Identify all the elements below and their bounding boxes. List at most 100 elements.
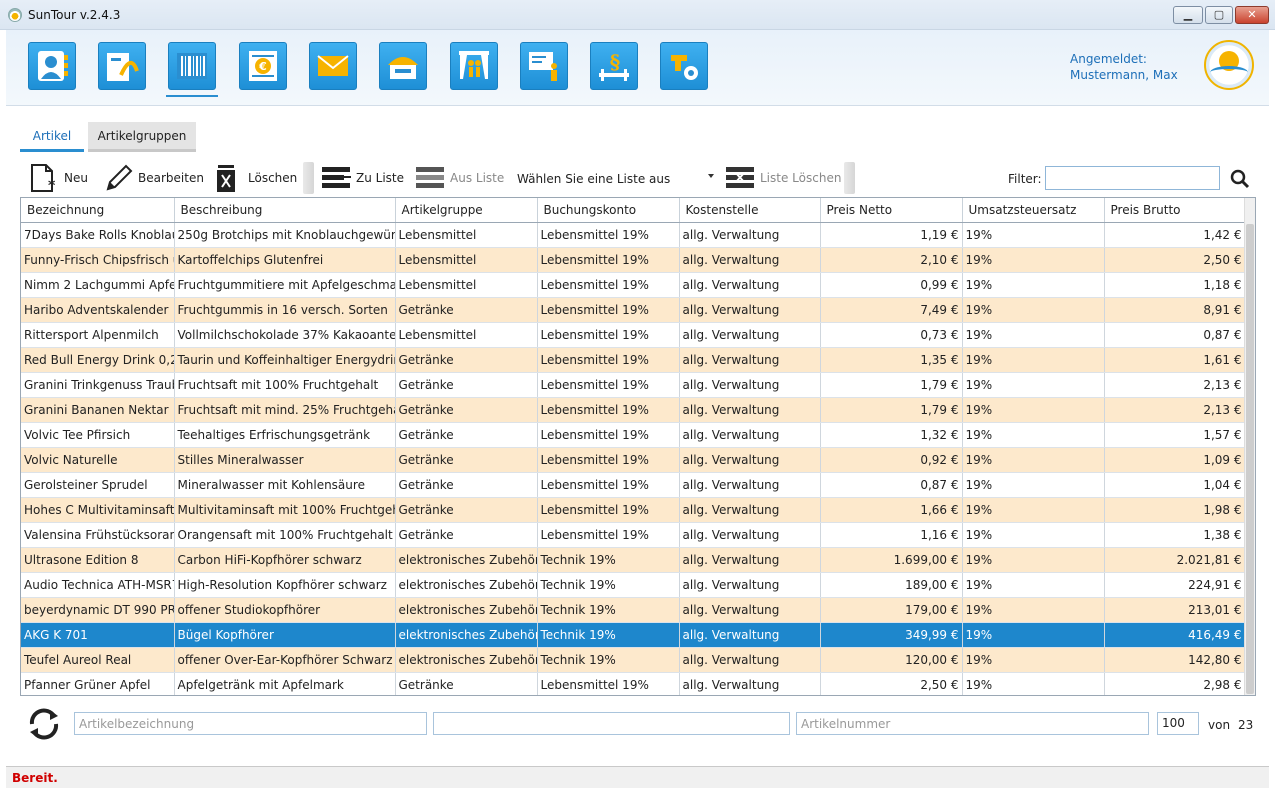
pencil-icon: [106, 164, 133, 191]
table-cell: 7,49 €: [820, 297, 963, 323]
vertical-scrollbar[interactable]: [1244, 198, 1255, 695]
delete-button[interactable]: Löschen: [212, 162, 297, 194]
table-cell: 2,50 €: [820, 672, 963, 695]
tab-artikelgruppen[interactable]: Artikelgruppen: [88, 122, 196, 152]
column-header[interactable]: Buchungskonto: [537, 198, 680, 223]
table-cell: 19%: [962, 272, 1105, 298]
table-cell: High-Resolution Kopfhörer schwarz: [174, 572, 396, 598]
table-cell: 19%: [962, 547, 1105, 573]
table-cell: 19%: [962, 222, 1105, 248]
accommodation-module-button[interactable]: [379, 42, 427, 90]
column-header[interactable]: Preis Netto: [820, 198, 963, 223]
table-cell: allg. Verwaltung: [679, 547, 821, 573]
scrollbar-thumb[interactable]: [1246, 224, 1254, 694]
table-row[interactable]: Teufel Aureol Real offener Over-Ear-Kopfh…: [21, 647, 1246, 673]
minimize-button[interactable]: ▁: [1173, 6, 1203, 24]
finance-module-button[interactable]: €: [239, 42, 287, 90]
mail-module-button[interactable]: [309, 42, 357, 90]
presenter-icon: [529, 52, 557, 81]
table-cell: Hohes C Multivitaminsaft: [21, 497, 175, 523]
title-bar: SunTour v.2.4.3 ▁ ▢ ✕: [0, 0, 1275, 30]
description-search-input[interactable]: [433, 712, 790, 735]
travel-module-button[interactable]: [98, 42, 146, 90]
from-list-button[interactable]: Aus Liste: [414, 162, 504, 194]
new-button[interactable]: * Neu: [28, 162, 88, 194]
table-row[interactable]: Volvic Tee Pfirsich Teehaltiges Erfrischu…: [21, 422, 1246, 448]
settings-module-button[interactable]: [660, 42, 708, 90]
table-row[interactable]: Granini Bananen Nektar Fruchtsaft mit min…: [21, 397, 1246, 423]
column-header[interactable]: Umsatzsteuersatz: [962, 198, 1105, 223]
articles-module-button[interactable]: [166, 42, 218, 97]
table-row[interactable]: Funny-Frisch Chipsfrisch ungarischKartof…: [21, 247, 1246, 273]
article-name-search-input[interactable]: [74, 712, 427, 735]
table-row[interactable]: Gerolsteiner Sprudel Mineralwasser mit Ko…: [21, 472, 1246, 498]
table-row[interactable]: beyerdynamic DT 990 PRO offener Studiokop…: [21, 597, 1246, 623]
table-cell: 120,00 €: [820, 647, 963, 673]
table-cell: Technik 19%: [537, 622, 680, 648]
table-row[interactable]: Valensina FrühstücksorangeOrangensaft mi…: [21, 522, 1246, 548]
column-header[interactable]: Kostenstelle: [679, 198, 821, 223]
maximize-button[interactable]: ▢: [1205, 6, 1233, 24]
module-header: € § Angemeldet: Mustermann, Max: [6, 30, 1269, 106]
table-cell: 0,73 €: [820, 322, 963, 348]
table-row[interactable]: 7Days Bake Rolls Knoblauch250g Brotchips…: [21, 222, 1246, 248]
to-list-button[interactable]: Zu Liste: [320, 162, 404, 194]
barcode-icon: [177, 53, 207, 79]
page-size-input[interactable]: 100: [1157, 712, 1199, 735]
table-cell: 213,01 €: [1104, 597, 1246, 623]
table-row[interactable]: Pfanner Grüner Apfel Apfelgetränk mit Apf…: [21, 672, 1246, 695]
table-header: Bezeichnung Beschreibung Artikelgruppe Buch…: [21, 198, 1246, 223]
table-cell: allg. Verwaltung: [679, 497, 821, 523]
table-row[interactable]: Ultrasone Edition 8 Carbon HiFi-Kopfhörer…: [21, 547, 1246, 573]
table-cell: Mineralwasser mit Kohlensäure: [174, 472, 396, 498]
column-header[interactable]: Bezeichnung: [21, 198, 175, 223]
table-row[interactable]: Haribo Adventskalender Fruchtgummis in 16…: [21, 297, 1246, 323]
table-cell: Stilles Mineralwasser: [174, 447, 396, 473]
events-module-button[interactable]: [450, 42, 498, 90]
table-row[interactable]: Red Bull Energy Drink 0,25l Taurin und Ko…: [21, 347, 1246, 373]
search-icon[interactable]: [1230, 169, 1250, 189]
table-cell: Multivitaminsaft mit 100% Fruchtgehalt: [174, 497, 396, 523]
table-cell: 1,38 €: [1104, 522, 1246, 548]
column-header[interactable]: Artikelgruppe: [395, 198, 538, 223]
envelope-icon: [317, 55, 349, 76]
table-cell: Carbon HiFi-Kopfhörer schwarz: [174, 547, 396, 573]
legal-module-button[interactable]: §: [590, 42, 638, 90]
table-row[interactable]: Nimm 2 Lachgummi ApfelringeFruchtgummiti…: [21, 272, 1246, 298]
tab-artikel[interactable]: Artikel: [20, 122, 84, 152]
from-list-label: Aus Liste: [450, 171, 505, 185]
table-cell: 19%: [962, 347, 1105, 373]
filter-input[interactable]: [1045, 166, 1220, 190]
list-select-dropdown[interactable]: Wählen Sie eine Liste aus: [512, 170, 718, 188]
table-cell: Lebensmittel 19%: [537, 447, 680, 473]
table-row[interactable]: Hohes C Multivitaminsaft Multivitaminsaft…: [21, 497, 1246, 523]
table-cell: Getränke: [395, 672, 538, 695]
paragraph-icon: §: [599, 50, 629, 81]
trash-icon: [217, 165, 235, 192]
table-row[interactable]: AKG K 701 Bügel Kopfhörer elektronisches Z…: [21, 622, 1246, 648]
table-cell: Getränke: [395, 522, 538, 548]
edit-button[interactable]: Bearbeiten: [102, 162, 204, 194]
table-row[interactable]: Audio Technica ATH-MSR7BKHigh-Resolution…: [21, 572, 1246, 598]
refresh-icon[interactable]: [24, 704, 64, 744]
presentation-module-button[interactable]: [520, 42, 568, 90]
article-number-search-input[interactable]: [796, 712, 1149, 735]
delete-list-button[interactable]: Liste Löschen: [724, 162, 841, 194]
table-cell: 2.021,81 €: [1104, 547, 1246, 573]
document-icon: [107, 53, 139, 81]
table-cell: 1.699,00 €: [820, 547, 963, 573]
close-button[interactable]: ✕: [1235, 6, 1269, 24]
table-row[interactable]: Rittersport Alpenmilch Vollmilchschokolad…: [21, 322, 1246, 348]
table-cell: Technik 19%: [537, 597, 680, 623]
contacts-module-button[interactable]: [28, 42, 76, 90]
svg-text:€: €: [258, 60, 267, 73]
table-cell: Lebensmittel 19%: [537, 297, 680, 323]
column-header[interactable]: Preis Brutto: [1104, 198, 1246, 223]
table-row[interactable]: Volvic Naturelle Stilles Mineralwasser Get…: [21, 447, 1246, 473]
table-cell: Fruchtgummis in 16 versch. Sorten: [174, 297, 396, 323]
user-avatar[interactable]: [1204, 40, 1254, 90]
table-row[interactable]: Granini Trinkgenuss Traube Fruchtsaft mit…: [21, 372, 1246, 398]
table-cell: 8,91 €: [1104, 297, 1246, 323]
column-header[interactable]: Beschreibung: [174, 198, 396, 223]
table-cell: Lebensmittel: [395, 222, 538, 248]
